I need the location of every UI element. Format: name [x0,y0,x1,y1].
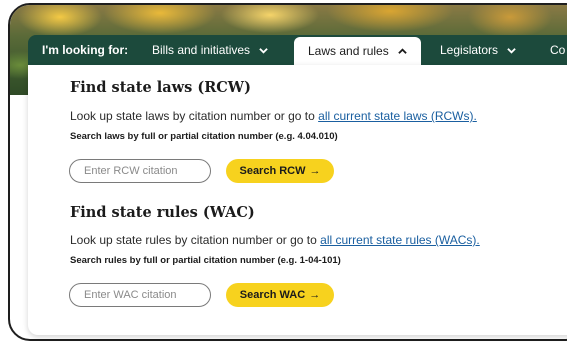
rules-title: Find state rules (WAC) [70,204,255,221]
rules-description: Look up state rules by citation number o… [70,233,480,247]
search-rcw-button[interactable]: Search RCW → [226,159,334,183]
search-wac-button[interactable]: Search WAC → [226,283,334,307]
nav-item-laws[interactable]: Laws and rules [294,37,422,65]
nav-item-label: Co [550,43,566,57]
nav-item-more[interactable]: Co [550,35,565,65]
nav-item-label: Bills and initiatives [152,43,251,57]
all-rules-link[interactable]: all current state rules (WACs). [320,233,480,247]
arrow-right-icon: → [309,289,321,301]
arrow-right-icon: → [309,165,321,177]
laws-description: Look up state laws by citation number or… [70,109,477,123]
nav-item-bills[interactable]: Bills and initiatives [152,35,269,65]
chevron-down-icon [507,48,517,54]
rules-hint: Search rules by full or partial citation… [70,255,341,266]
laws-title: Find state laws (RCW) [70,79,251,96]
dropdown-panel: Find state laws (RCW) Look up state laws… [28,65,567,335]
search-rcw-label: Search RCW [239,165,306,177]
nav-label: I'm looking for: [42,43,129,57]
search-wac-label: Search WAC [239,289,306,301]
rcw-citation-input[interactable] [69,159,211,183]
nav-item-legislators[interactable]: Legislators [440,35,517,65]
laws-hint: Search laws by full or partial citation … [70,131,338,142]
wac-citation-input[interactable] [69,283,211,307]
laws-description-text: Look up state laws by citation number or… [70,109,319,123]
main-nav: I'm looking for: Bills and initiatives L… [28,35,567,65]
nav-item-label: Laws and rules [308,44,389,58]
chevron-up-icon [398,48,407,54]
chevron-down-icon [259,48,269,54]
rules-description-text: Look up state rules by citation number o… [70,233,321,247]
all-laws-link[interactable]: all current state laws (RCWs). [318,109,477,123]
nav-item-label: Legislators [440,43,499,57]
